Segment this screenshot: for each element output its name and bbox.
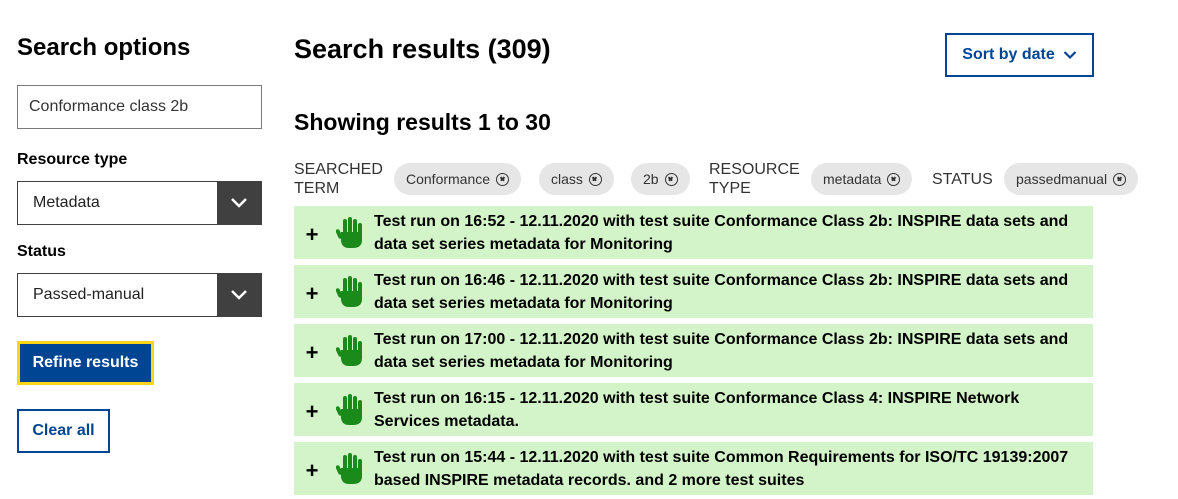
remove-filter-icon[interactable] xyxy=(496,172,510,186)
sort-label: Sort by date xyxy=(962,46,1055,63)
filter-chip-resource-type[interactable]: metadata xyxy=(811,163,913,195)
chevron-down-icon xyxy=(1063,51,1077,60)
passed-manual-hand-icon xyxy=(328,393,374,426)
chevron-down-icon[interactable] xyxy=(217,182,261,224)
result-row[interactable]: + Test run on 16:46 - 12.11.2020 with tes… xyxy=(294,265,1093,318)
resource-type-filter-label: RESOURCE TYPE xyxy=(709,161,800,197)
searched-term-label: SEARCHED TERM xyxy=(294,161,383,197)
expand-icon[interactable]: + xyxy=(294,277,328,307)
status-label: Status xyxy=(17,243,66,260)
status-value: Passed-manual xyxy=(33,286,145,303)
passed-manual-hand-icon xyxy=(328,334,374,367)
clear-all-button[interactable]: Clear all xyxy=(17,409,110,453)
result-title[interactable]: Test run on 16:46 - 12.11.2020 with test… xyxy=(374,269,1084,315)
result-row[interactable]: + Test run on 16:52 - 12.11.2020 with tes… xyxy=(294,206,1093,259)
result-title[interactable]: Test run on 17:00 - 12.11.2020 with test… xyxy=(374,328,1084,374)
passed-manual-hand-icon xyxy=(328,275,374,308)
sort-by-date-button[interactable]: Sort by date xyxy=(945,33,1094,77)
result-row[interactable]: + Test run on 16:15 - 12.11.2020 with tes… xyxy=(294,383,1093,436)
passed-manual-hand-icon xyxy=(328,216,374,249)
expand-icon[interactable]: + xyxy=(294,454,328,484)
filter-chip-term[interactable]: class xyxy=(539,163,614,195)
passed-manual-hand-icon xyxy=(328,452,374,485)
result-title[interactable]: Test run on 16:15 - 12.11.2020 with test… xyxy=(374,387,1084,433)
search-options-title: Search options xyxy=(17,34,191,61)
remove-filter-icon[interactable] xyxy=(588,172,602,186)
chevron-down-icon[interactable] xyxy=(217,274,261,316)
expand-icon[interactable]: + xyxy=(294,218,328,248)
result-title[interactable]: Test run on 16:52 - 12.11.2020 with test… xyxy=(374,210,1084,256)
result-row[interactable]: + Test run on 17:00 - 12.11.2020 with tes… xyxy=(294,324,1093,377)
search-input[interactable] xyxy=(17,85,262,129)
filter-chip-status[interactable]: passedmanual xyxy=(1004,163,1139,195)
remove-filter-icon[interactable] xyxy=(1113,172,1127,186)
resource-type-label: Resource type xyxy=(17,151,128,168)
results-title: Search results (309) xyxy=(294,34,551,64)
status-filter-label: STATUS xyxy=(932,171,993,188)
remove-filter-icon[interactable] xyxy=(887,172,901,186)
filter-chip-term[interactable]: Conformance xyxy=(394,163,522,195)
result-row[interactable]: + Test run on 15:44 - 12.11.2020 with tes… xyxy=(294,442,1093,495)
filter-chip-term[interactable]: 2b xyxy=(631,163,690,195)
expand-icon[interactable]: + xyxy=(294,336,328,366)
remove-filter-icon[interactable] xyxy=(664,172,678,186)
active-filters: SEARCHED TERM Conformance class 2b RESOU… xyxy=(294,160,1174,200)
result-title[interactable]: Test run on 15:44 - 12.11.2020 with test… xyxy=(374,446,1084,492)
resource-type-value: Metadata xyxy=(33,194,100,211)
expand-icon[interactable]: + xyxy=(294,395,328,425)
status-select[interactable]: Passed-manual xyxy=(17,273,262,317)
showing-results-text: Showing results 1 to 30 xyxy=(294,109,551,135)
resource-type-select[interactable]: Metadata xyxy=(17,181,262,225)
refine-results-button[interactable]: Refine results xyxy=(17,341,154,385)
